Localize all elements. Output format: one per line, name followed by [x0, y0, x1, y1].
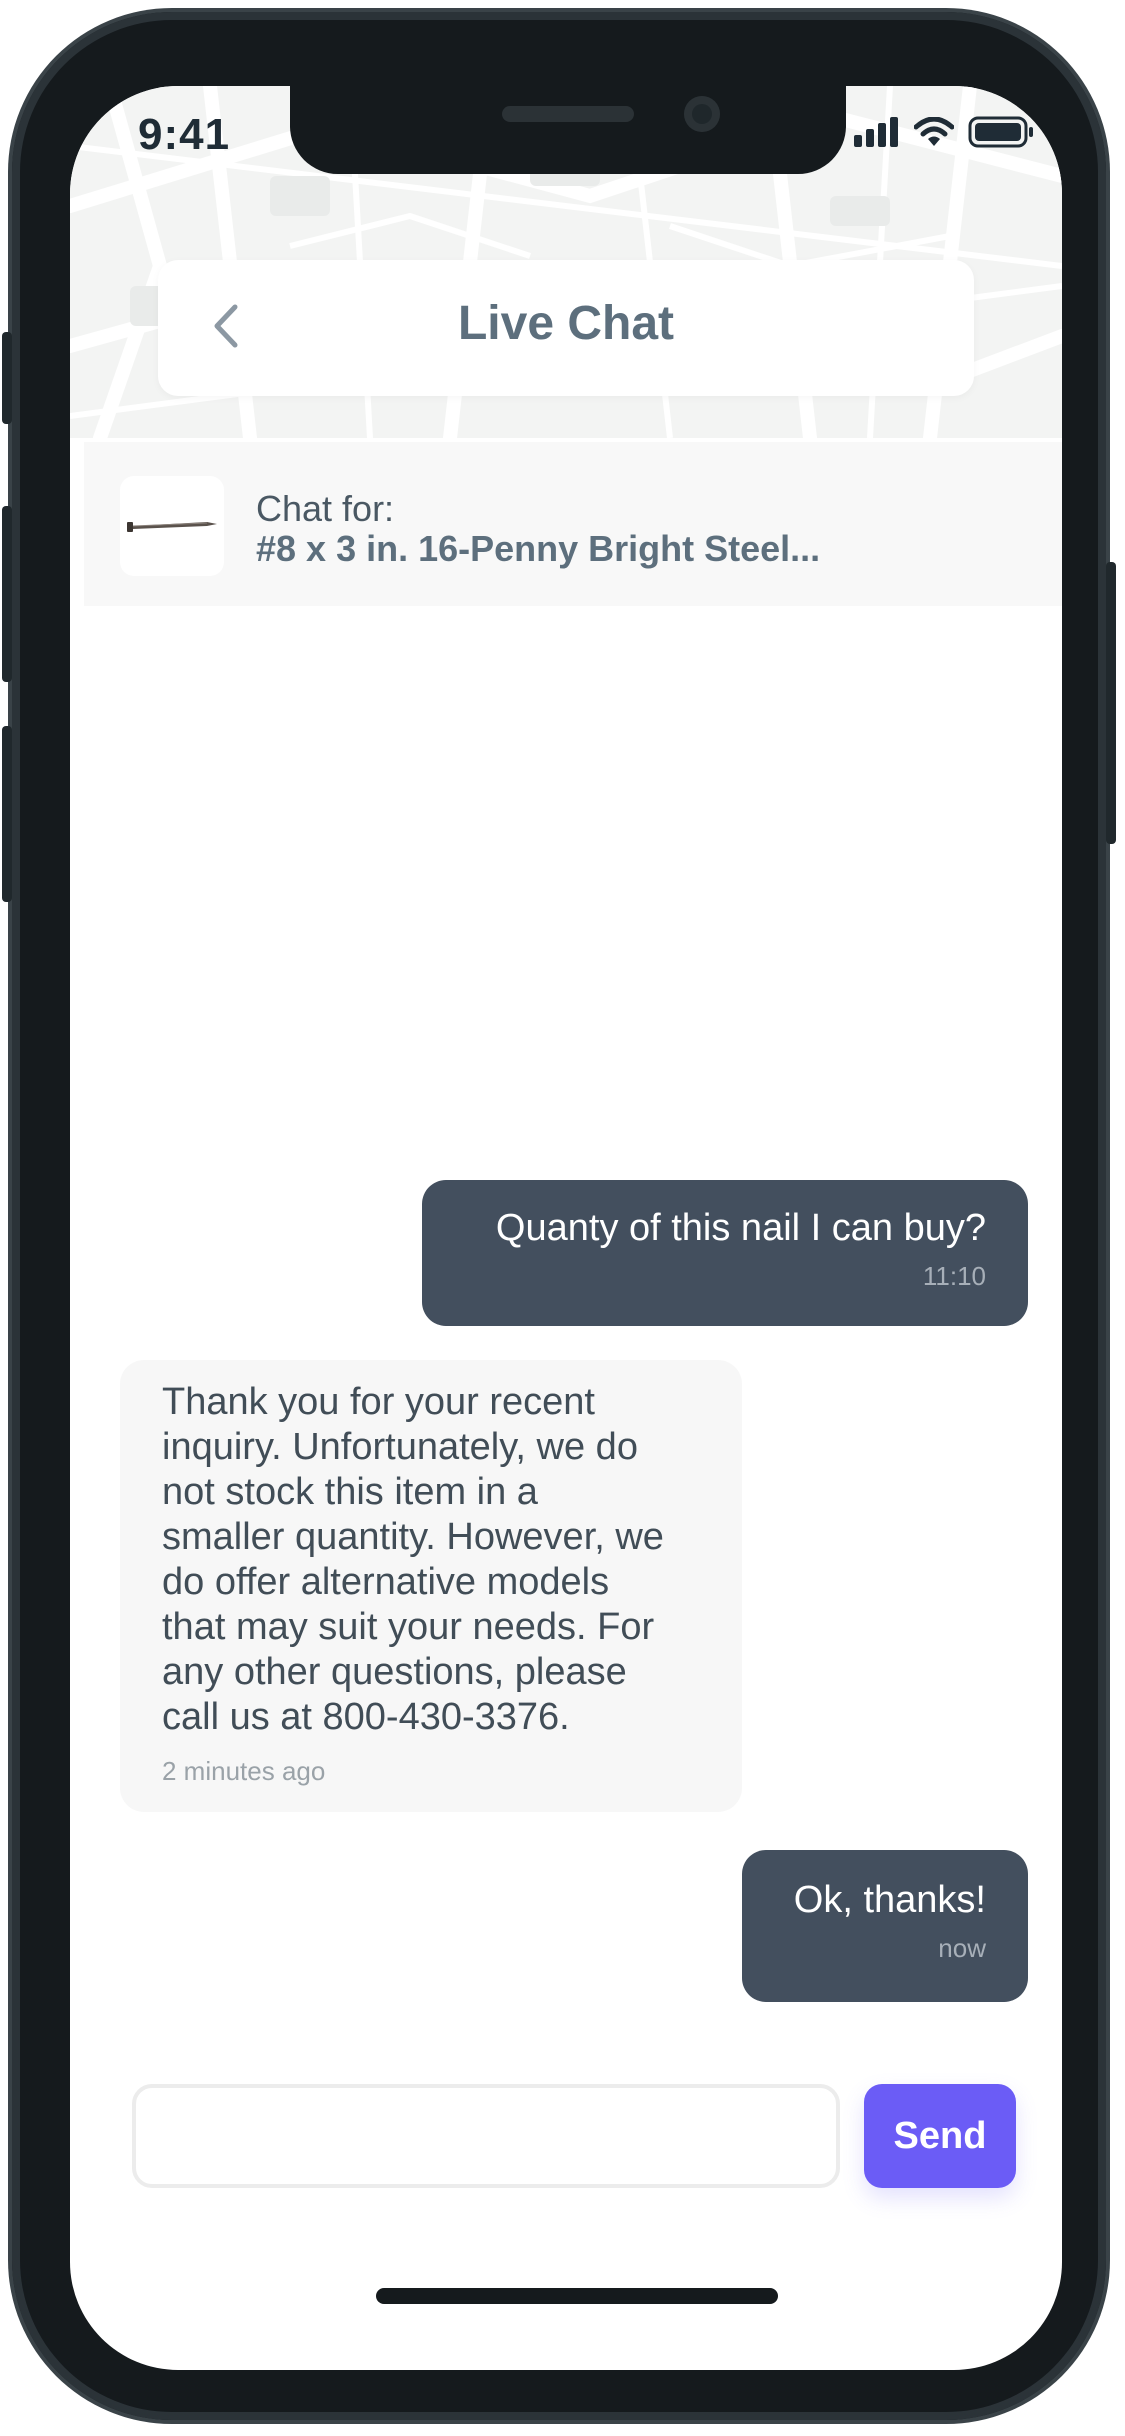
notch	[290, 86, 846, 174]
nail-icon	[127, 522, 217, 532]
message-line: Thank you for your recent	[162, 1381, 595, 1423]
home-indicator	[376, 2288, 778, 2304]
message-time: 2 minutes ago	[162, 1756, 326, 1786]
message-input[interactable]	[132, 2084, 840, 2188]
message-line: any other questions, please	[162, 1651, 627, 1693]
screen: 9:41 Live Chat Chat for: #8 x 3 in. 16-P…	[70, 86, 1062, 2370]
message-time: now	[938, 1933, 986, 1963]
message-line: that may suit your needs. For	[162, 1606, 655, 1648]
message-outgoing: Ok, thanks! now	[742, 1850, 1028, 2002]
message-text: Ok, thanks!	[793, 1879, 986, 1921]
chat-header: Live Chat	[158, 260, 974, 396]
wifi-icon	[913, 116, 955, 152]
phone-frame: 9:41 Live Chat Chat for: #8 x 3 in. 16-P…	[2, 12, 1116, 2420]
message-line: not stock this item in a	[162, 1471, 538, 1513]
volume-down-button	[2, 726, 12, 902]
product-thumbnail	[120, 476, 224, 576]
message-time: 11:10	[922, 1261, 986, 1291]
message-line: do offer alternative models	[162, 1561, 610, 1603]
message-line: smaller quantity. However, we	[162, 1516, 664, 1558]
volume-up-button	[2, 506, 12, 682]
battery-icon	[968, 116, 1034, 153]
page-title: Live Chat	[457, 297, 675, 350]
speaker-grille	[502, 106, 634, 122]
message-text: Quanty of this nail I can buy?	[495, 1207, 986, 1249]
product-name: #8 x 3 in. 16-Penny Bright Steel...	[256, 528, 821, 569]
silent-switch	[2, 332, 12, 424]
cellular-signal-icon	[854, 117, 900, 152]
chat-for-label: Chat for:	[256, 488, 395, 529]
status-time: 9:41	[138, 110, 231, 159]
message-outgoing: Quanty of this nail I can buy? 11:10	[422, 1180, 1028, 1326]
status-icons	[854, 116, 1034, 153]
message-line: call us at 800-430-3376.	[162, 1696, 570, 1738]
send-button[interactable]: Send	[864, 2084, 1016, 2188]
message-incoming: Thank you for your recent inquiry. Unfor…	[120, 1360, 742, 1812]
product-context-bar[interactable]: Chat for: #8 x 3 in. 16-Penny Bright Ste…	[84, 442, 1062, 606]
power-button	[1106, 562, 1116, 844]
message-line: inquiry. Unfortunately, we do	[162, 1426, 638, 1468]
front-camera	[684, 96, 720, 132]
